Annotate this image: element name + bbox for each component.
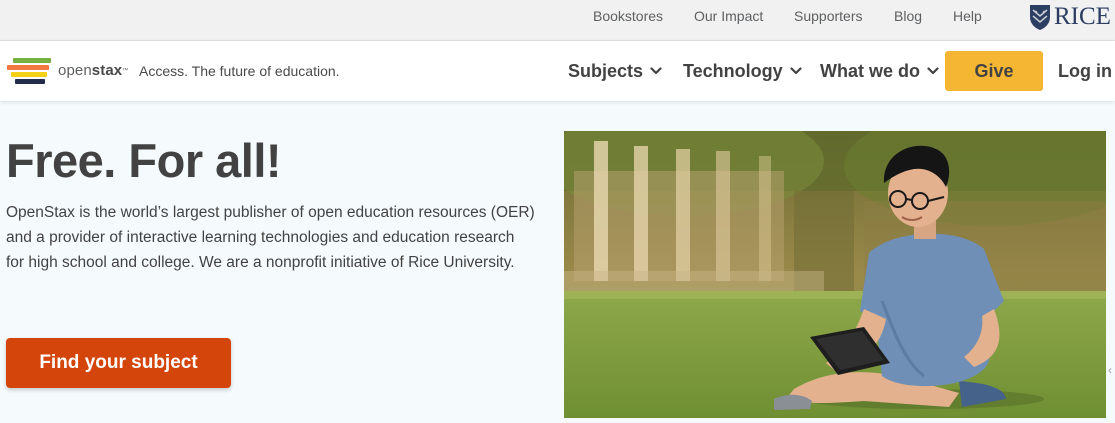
utility-link-blog[interactable]: Blog <box>894 0 922 33</box>
find-your-subject-button[interactable]: Find your subject <box>6 338 231 388</box>
openstax-logo-icon[interactable] <box>7 56 53 86</box>
utility-link-help[interactable]: Help <box>953 0 982 33</box>
openstax-wordmark[interactable]: openstax™ <box>58 62 128 80</box>
hero-photo <box>564 131 1106 418</box>
hero-section: Free. For all! OpenStax is the world’s l… <box>0 101 1115 423</box>
rice-wordmark: RICE <box>1054 3 1111 30</box>
wordmark-trademark: ™ <box>122 68 129 74</box>
utility-link-our-impact[interactable]: Our Impact <box>694 0 763 33</box>
header-tagline: Access. The future of education. <box>139 63 340 79</box>
chevron-down-icon <box>650 67 662 75</box>
wordmark-open: open <box>58 62 92 79</box>
wordmark-stax: stax <box>91 62 123 79</box>
rice-shield-icon <box>1030 5 1050 30</box>
carousel-edge-indicator: ‹ <box>1108 363 1112 377</box>
utility-bar: Bookstores Our Impact Supporters Blog He… <box>0 0 1115 41</box>
chevron-down-icon <box>927 67 939 75</box>
nav-subjects[interactable]: Subjects <box>568 41 662 101</box>
main-navigation: openstax™ Access. The future of educatio… <box>0 41 1115 101</box>
utility-link-supporters[interactable]: Supporters <box>794 0 862 33</box>
hero-title: Free. For all! <box>6 134 282 187</box>
nav-technology-label: Technology <box>683 60 783 81</box>
nav-technology[interactable]: Technology <box>683 41 802 101</box>
nav-what-we-do-label: What we do <box>820 60 920 81</box>
rice-logo[interactable]: RICE <box>1028 2 1111 32</box>
nav-what-we-do[interactable]: What we do <box>820 41 939 101</box>
login-link[interactable]: Log in <box>1058 41 1112 101</box>
hero-description: OpenStax is the world’s largest publishe… <box>6 204 535 271</box>
student-on-lawn-illustration <box>564 131 1106 418</box>
chevron-down-icon <box>790 67 802 75</box>
give-button[interactable]: Give <box>945 51 1043 91</box>
utility-link-bookstores[interactable]: Bookstores <box>593 0 663 33</box>
nav-subjects-label: Subjects <box>568 60 644 81</box>
